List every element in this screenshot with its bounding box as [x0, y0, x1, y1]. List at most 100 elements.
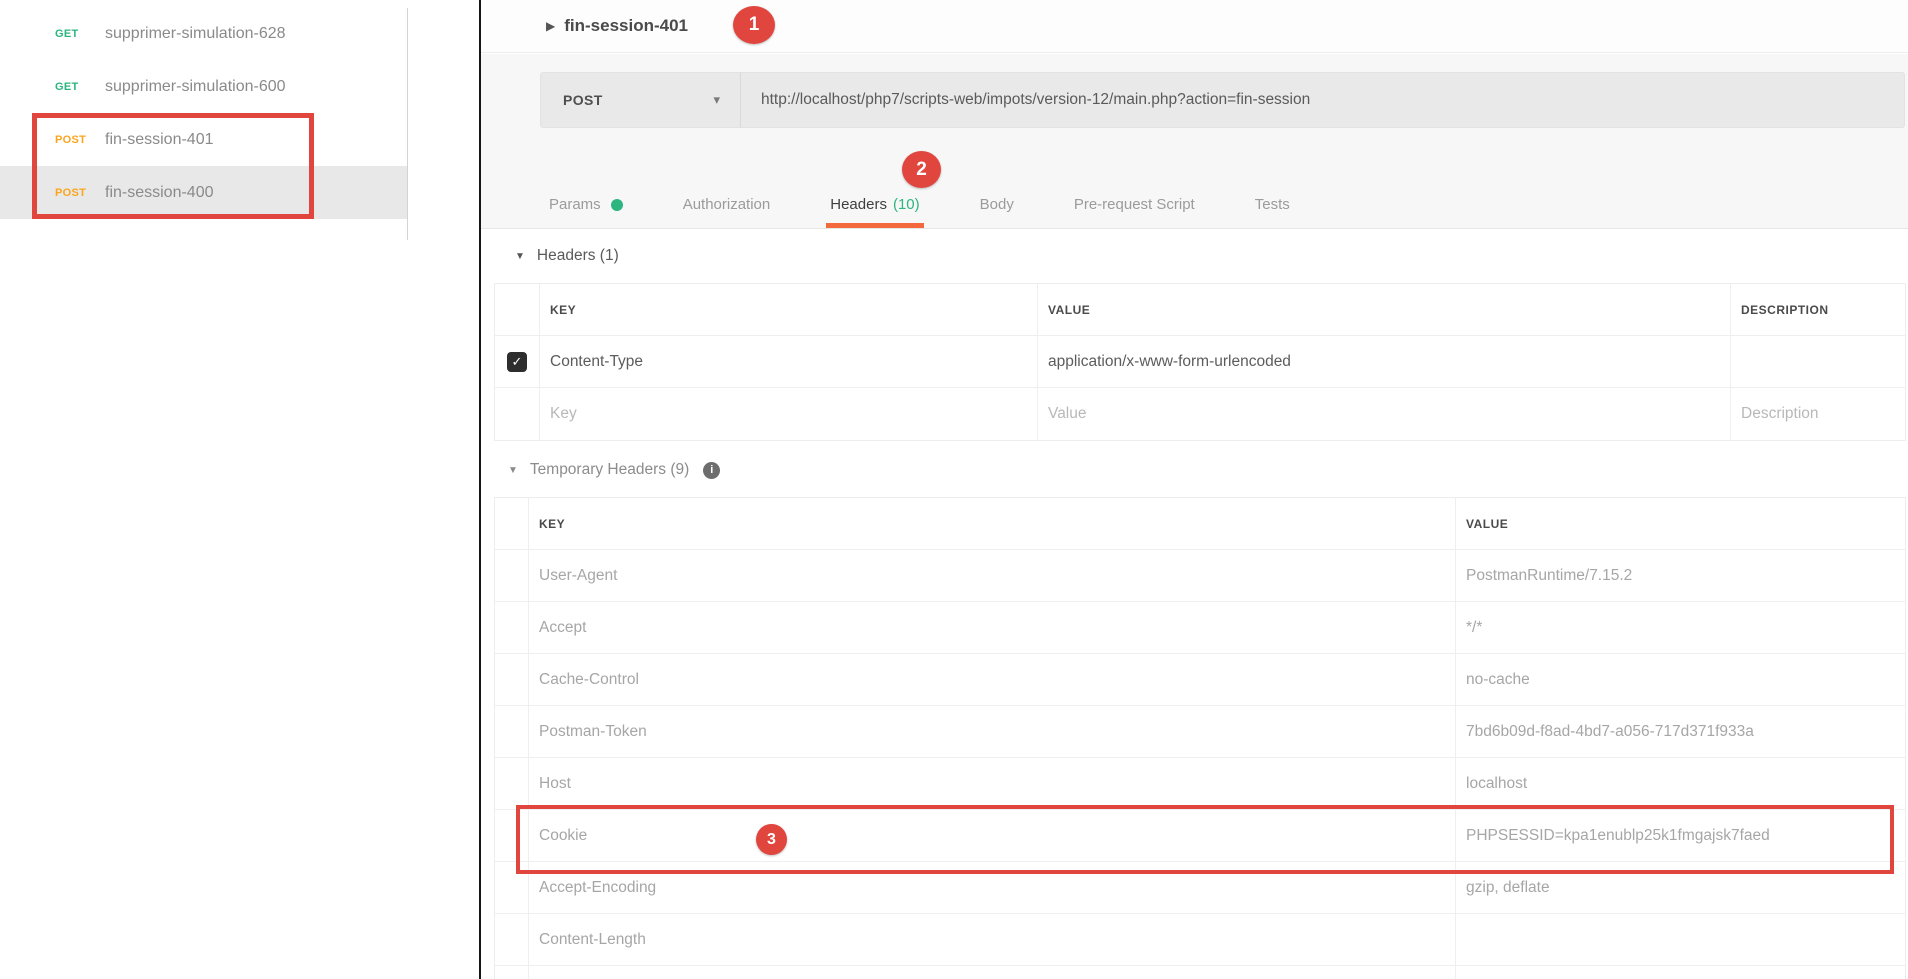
method-dropdown[interactable]: POST ▾ [541, 73, 741, 127]
tab-tests[interactable]: Tests [1251, 181, 1294, 228]
temp-header-value: */* [1456, 602, 1905, 653]
temp-header-value: PostmanRuntime/7.15.2 [1456, 550, 1905, 601]
temp-header-row-accept: Accept */* [495, 602, 1905, 654]
temp-headers-table-header: KEY VALUE [495, 498, 1905, 550]
new-value-input[interactable]: Value [1038, 388, 1731, 440]
header-value-cell[interactable]: application/x-www-form-urlencoded [1038, 336, 1731, 387]
temp-header-value: no-cache [1456, 654, 1905, 705]
tab-label: Body [980, 196, 1014, 213]
headers-count: (10) [893, 196, 920, 213]
spacer-cell [495, 550, 529, 601]
expand-arrow-icon[interactable]: ▶ [546, 19, 555, 33]
spacer-cell [495, 862, 529, 913]
temp-header-value [1456, 966, 1905, 979]
tab-body[interactable]: Body [976, 181, 1018, 228]
request-name: fin-session-400 [105, 184, 214, 202]
spacer-cell [495, 966, 529, 979]
temp-header-key: Cache-Control [529, 654, 1456, 705]
info-icon[interactable]: i [703, 462, 720, 479]
temp-header-value [1456, 914, 1905, 965]
temp-header-row-host: Host localhost [495, 758, 1905, 810]
header-enabled-checkbox[interactable]: ✓ [507, 352, 527, 372]
spacer-cell [495, 810, 529, 861]
request-name: supprimer-simulation-600 [105, 78, 286, 96]
tab-label: Params [549, 196, 601, 213]
temp-header-key: Host [529, 758, 1456, 809]
collapse-arrow-icon: ▼ [515, 251, 525, 262]
sidebar-item-supprimer-simulation-600[interactable]: GET supprimer-simulation-600 [0, 60, 408, 113]
request-title-row: ▶ fin-session-401 1 [481, 0, 1908, 53]
tab-headers[interactable]: Headers (10) [826, 181, 923, 228]
method-badge-post: POST [55, 187, 105, 199]
request-controls-band: POST ▾ http://localhost/php7/scripts-web… [481, 54, 1908, 229]
tab-params[interactable]: Params [545, 181, 627, 228]
spacer-cell [495, 914, 529, 965]
temp-header-row-content-length: Content-Length [495, 914, 1905, 966]
request-tabs: Params Authorization Headers (10) Body P… [545, 181, 1294, 228]
temp-header-row-partial [495, 966, 1905, 979]
header-key-cell[interactable]: Content-Type [540, 336, 1038, 387]
temp-header-row-cookie: Cookie PHPSESSID=kpa1enublp25k1fmgajsk7f… [495, 810, 1905, 862]
temp-header-row-accept-encoding: Accept-Encoding gzip, deflate [495, 862, 1905, 914]
tab-authorization[interactable]: Authorization [679, 181, 775, 228]
column-header-description: DESCRIPTION [1731, 284, 1905, 335]
url-text: http://localhost/php7/scripts-web/impots… [761, 91, 1310, 109]
new-key-input[interactable]: Key [540, 388, 1038, 440]
request-name: fin-session-401 [105, 131, 214, 149]
temp-header-key: Postman-Token [529, 706, 1456, 757]
request-builder: ▶ fin-session-401 1 POST ▾ http://localh… [481, 0, 1908, 979]
spacer-column-header [495, 498, 529, 549]
tab-label: Pre-request Script [1074, 196, 1195, 213]
method-selected: POST [563, 92, 603, 108]
method-badge-get: GET [55, 81, 105, 93]
temp-header-key [529, 966, 1456, 979]
temporary-headers-table: KEY VALUE User-Agent PostmanRuntime/7.15… [494, 497, 1906, 979]
temp-header-key: User-Agent [529, 550, 1456, 601]
temp-header-key: Accept [529, 602, 1456, 653]
sidebar-item-fin-session-401[interactable]: POST fin-session-401 [0, 113, 408, 166]
tab-label: Authorization [683, 196, 771, 213]
params-active-dot-icon [611, 199, 623, 211]
method-badge-post: POST [55, 134, 105, 146]
spacer-cell [495, 602, 529, 653]
headers-section-title: Headers (1) [537, 247, 619, 265]
column-header-key: KEY [540, 284, 1038, 335]
url-input[interactable]: http://localhost/php7/scripts-web/impots… [741, 73, 1904, 127]
temporary-headers-section-toggle[interactable]: ▼ Temporary Headers (9) i [508, 461, 720, 479]
method-badge-get: GET [55, 28, 105, 40]
headers-table: KEY VALUE DESCRIPTION ✓ Content-Type app… [494, 283, 1906, 441]
sidebar-divider [407, 8, 408, 240]
column-header-value: VALUE [1038, 284, 1731, 335]
spacer-cell [495, 706, 529, 757]
temporary-headers-section-title: Temporary Headers (9) [530, 461, 689, 479]
spacer-cell [495, 654, 529, 705]
temp-header-row-postman-token: Postman-Token 7bd6b09d-f8ad-4bd7-a056-71… [495, 706, 1905, 758]
requests-sidebar: GET supprimer-simulation-628 GET supprim… [0, 0, 408, 979]
header-row-new: Key Value Description [495, 388, 1905, 440]
checkbox-column-header [495, 284, 540, 335]
collapse-arrow-icon: ▼ [508, 465, 518, 476]
annotation-badge-1: 1 [733, 6, 775, 44]
request-name: supprimer-simulation-628 [105, 25, 286, 43]
chevron-down-icon: ▾ [713, 92, 720, 108]
temp-header-key: Accept-Encoding [529, 862, 1456, 913]
url-bar: POST ▾ http://localhost/php7/scripts-web… [540, 72, 1905, 128]
temp-header-value: gzip, deflate [1456, 862, 1905, 913]
column-header-value: VALUE [1456, 498, 1905, 549]
checkbox-cell: ✓ [495, 336, 540, 387]
temp-header-row-user-agent: User-Agent PostmanRuntime/7.15.2 [495, 550, 1905, 602]
request-title: fin-session-401 [564, 16, 688, 36]
tab-pre-request-script[interactable]: Pre-request Script [1070, 181, 1199, 228]
spacer-cell [495, 758, 529, 809]
checkbox-cell [495, 388, 540, 440]
header-description-cell[interactable] [1731, 336, 1905, 387]
headers-table-header: KEY VALUE DESCRIPTION [495, 284, 1905, 336]
tab-label: Headers [830, 196, 887, 213]
temp-header-key: Content-Length [529, 914, 1456, 965]
header-row-content-type: ✓ Content-Type application/x-www-form-ur… [495, 336, 1905, 388]
headers-section-toggle[interactable]: ▼ Headers (1) [515, 247, 619, 265]
new-description-input[interactable]: Description [1731, 388, 1905, 440]
sidebar-item-supprimer-simulation-628[interactable]: GET supprimer-simulation-628 [0, 7, 408, 60]
sidebar-item-fin-session-400[interactable]: POST fin-session-400 [0, 166, 408, 219]
annotation-number: 1 [749, 14, 760, 36]
